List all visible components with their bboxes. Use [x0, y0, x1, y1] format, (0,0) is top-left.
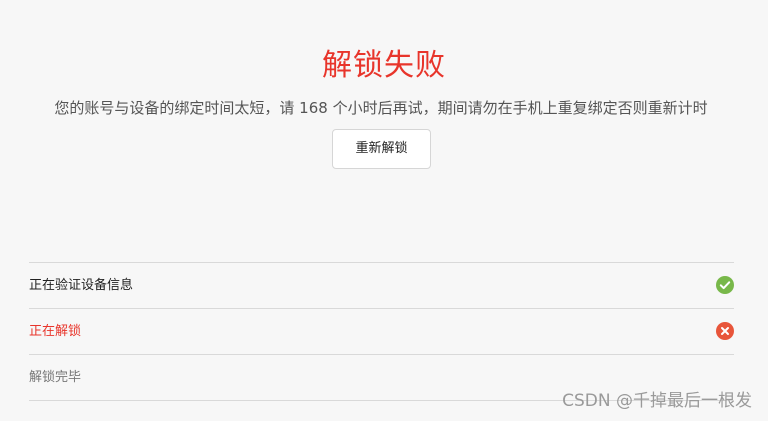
page-title: 解锁失败 [322, 48, 446, 83]
close-circle-icon [716, 322, 734, 340]
unlock-result-page: 解锁失败 您的账号与设备的绑定时间太短，请 168 个小时后再试，期间请勿在手机… [0, 0, 768, 421]
retry-unlock-button[interactable]: 重新解锁 [332, 129, 431, 169]
step-label: 解锁完毕 [29, 369, 82, 385]
check-circle-icon [716, 276, 734, 294]
step-label: 正在验证设备信息 [29, 277, 134, 293]
failure-message: 您的账号与设备的绑定时间太短，请 168 个小时后再试，期间请勿在手机上重复绑定… [54, 99, 708, 117]
step-label: 正在解锁 [29, 323, 82, 339]
unlock-steps-list: 正在验证设备信息 正在解锁 解锁完毕 [29, 262, 734, 401]
step-verify-device: 正在验证设备信息 [29, 263, 734, 309]
watermark: CSDN @千掉最后一根发 [562, 391, 752, 411]
step-unlocking: 正在解锁 [29, 309, 734, 355]
